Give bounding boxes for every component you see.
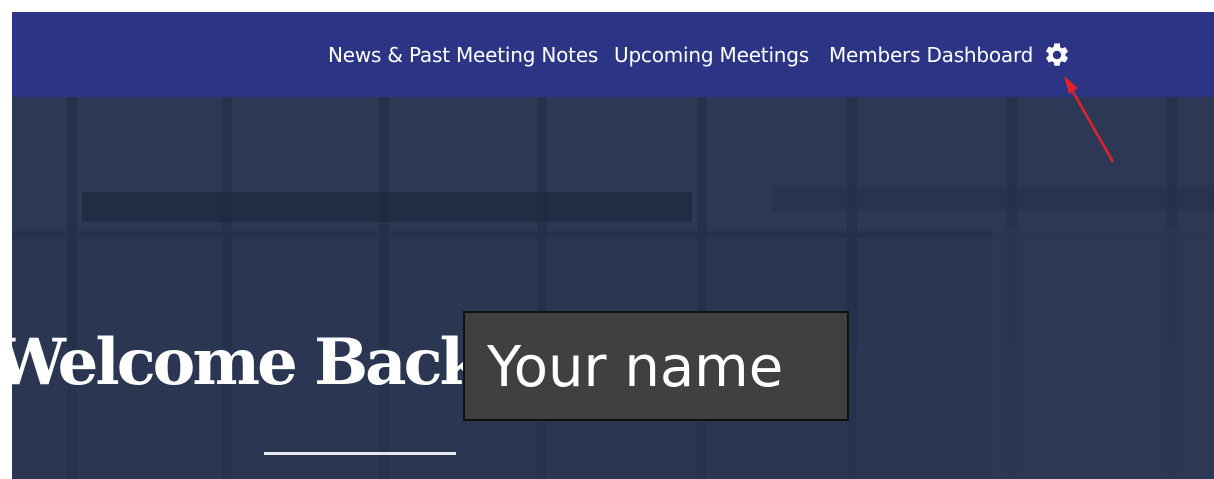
nav-link-members-dashboard[interactable]: Members Dashboard: [829, 43, 1033, 67]
app-frame: News & Past Meeting Notes Upcoming Meeti…: [12, 12, 1214, 479]
welcome-heading: Welcome Back: [12, 325, 484, 400]
nav-link-upcoming-meetings[interactable]: Upcoming Meetings: [614, 43, 809, 67]
top-navbar: News & Past Meeting Notes Upcoming Meeti…: [12, 12, 1214, 97]
gear-icon[interactable]: [1043, 41, 1071, 69]
user-name-placeholder: Your name: [463, 311, 849, 421]
nav-link-news[interactable]: News & Past Meeting Notes: [328, 43, 598, 67]
heading-underline: [264, 452, 456, 455]
